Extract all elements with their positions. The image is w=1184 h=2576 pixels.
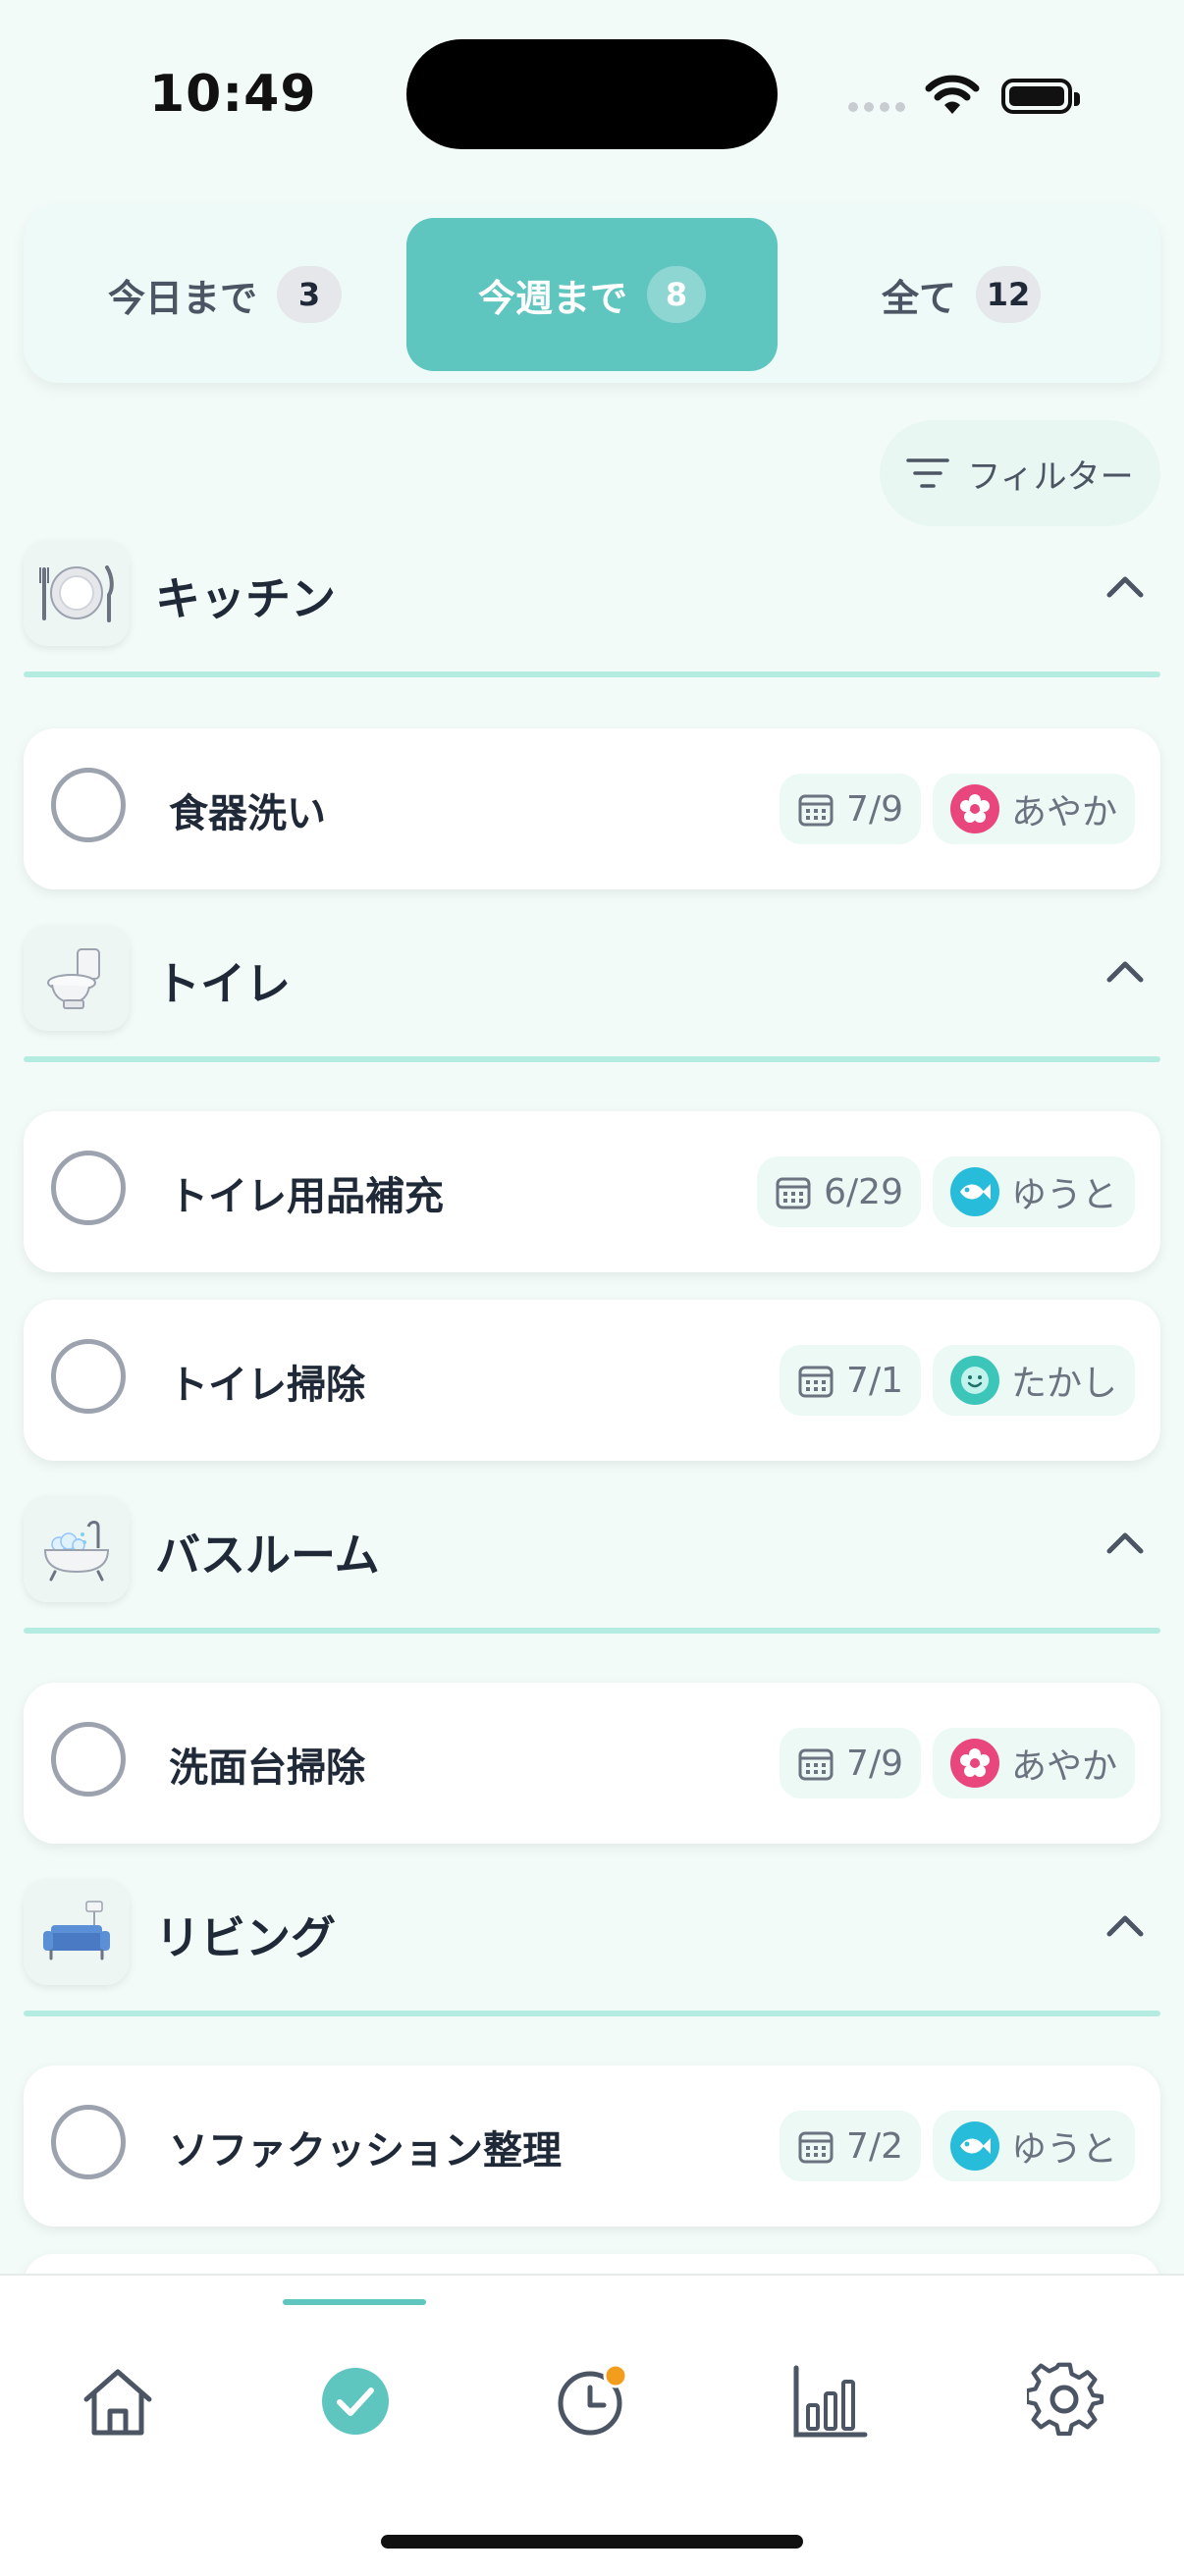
status-time: 10:49: [149, 65, 317, 124]
tab-count-badge: 3: [277, 266, 342, 323]
clock-icon: [558, 2363, 628, 2436]
task-checkbox[interactable]: [51, 2105, 126, 2179]
dynamic-island: [406, 39, 778, 149]
category-title: トイレ: [155, 957, 291, 1010]
task-title: 食器洗い: [169, 791, 326, 836]
assignee-name: ゆうと: [1010, 1175, 1117, 1215]
smile-icon: [949, 1356, 999, 1405]
category-divider: [24, 1628, 1160, 1634]
category-divider: [24, 2011, 1160, 2016]
nav-history[interactable]: [533, 2342, 651, 2460]
bathtub-icon: [24, 1496, 130, 1602]
assignee-name: あやか: [1010, 792, 1117, 832]
fish-icon: [949, 1167, 999, 1216]
assignee-chip: ゆうと: [932, 2111, 1135, 2181]
category-title: キッチン: [155, 572, 336, 625]
task-title: トイレ掃除: [169, 1363, 365, 1408]
due-date-chip: 7/1: [780, 1345, 921, 1416]
calendar-icon: [798, 1366, 834, 1398]
calendar-icon: [798, 2131, 834, 2164]
wifi-icon: [925, 75, 980, 114]
task-card[interactable]: 食器洗い 7/9 あやか: [24, 728, 1160, 889]
tab-all[interactable]: 全て 12: [776, 218, 1147, 371]
active-tab-indicator: [283, 2299, 426, 2305]
battery-icon: [1001, 79, 1080, 114]
task-checkbox[interactable]: [51, 768, 126, 842]
nav-tasks[interactable]: [296, 2342, 414, 2460]
due-range-tabs: 今日まで 3 今週まで 8 全て 12: [24, 204, 1160, 383]
assignee-chip: たかし: [932, 1345, 1135, 1416]
cellular-signal-icon: [848, 102, 905, 112]
task-checkbox[interactable]: [51, 1151, 126, 1225]
task-card[interactable]: トイレ掃除 7/1 たかし: [24, 1300, 1160, 1461]
task-title: 洗面台掃除: [169, 1745, 365, 1791]
task-card[interactable]: 洗面台掃除 7/9 あやか: [24, 1683, 1160, 1844]
assignee-name: ゆうと: [1010, 2129, 1117, 2170]
chevron-up-icon[interactable]: [1103, 565, 1147, 609]
category-kitchen: キッチン: [24, 540, 1160, 677]
due-date-chip: 6/29: [757, 1156, 921, 1227]
due-date: 7/9: [846, 788, 903, 830]
category-title: リビング: [155, 1911, 336, 1964]
calendar-icon: [798, 1748, 834, 1781]
task-title: ソファクッション整理: [169, 2128, 562, 2174]
flower-icon: [949, 784, 999, 833]
couch-icon: [24, 1879, 130, 1985]
check-icon: [322, 2368, 389, 2435]
due-date-chip: 7/9: [780, 1728, 921, 1798]
tab-label: 全て: [881, 276, 956, 320]
toilet-icon: [24, 925, 130, 1031]
tab-count-badge: 8: [647, 266, 706, 323]
category-divider: [24, 671, 1160, 677]
task-checkbox[interactable]: [51, 1339, 126, 1414]
due-date-chip: 7/9: [780, 774, 921, 844]
task-checkbox[interactable]: [51, 1722, 126, 1797]
tab-label: 今週まで: [477, 276, 627, 320]
due-date: 6/29: [824, 1171, 903, 1212]
filter-icon: [906, 458, 950, 488]
assignee-chip: ゆうと: [932, 1156, 1135, 1227]
tab-today[interactable]: 今日まで 3: [39, 218, 410, 371]
tab-this-week[interactable]: 今週まで 8: [406, 218, 778, 371]
due-date: 7/1: [846, 1360, 903, 1401]
category-title: バスルーム: [155, 1529, 380, 1582]
home-indicator: [381, 2535, 803, 2549]
category-divider: [24, 1056, 1160, 1062]
nav-stats[interactable]: [771, 2342, 888, 2460]
task-card[interactable]: トイレ用品補充 6/29 ゆうと: [24, 1111, 1160, 1272]
bar-chart-icon: [793, 2365, 868, 2438]
assignee-chip: あやか: [932, 1728, 1135, 1798]
calendar-icon: [798, 794, 834, 827]
tab-label: 今日まで: [107, 276, 257, 320]
filter-label: フィルター: [967, 456, 1134, 497]
bottom-nav: [0, 2274, 1184, 2576]
flower-icon: [949, 1739, 999, 1788]
assignee-name: たかし: [1010, 1364, 1117, 1404]
chevron-up-icon[interactable]: [1103, 1522, 1147, 1565]
category-toilet: トイレ: [24, 925, 1160, 1062]
task-title: トイレ用品補充: [169, 1174, 444, 1219]
fish-icon: [949, 2121, 999, 2171]
nav-settings[interactable]: [1007, 2342, 1125, 2460]
plate-icon: [24, 540, 130, 646]
due-date-chip: 7/2: [780, 2111, 921, 2181]
chevron-up-icon[interactable]: [1103, 1905, 1147, 1948]
chevron-up-icon[interactable]: [1103, 950, 1147, 993]
home-icon: [83, 2369, 152, 2436]
due-date: 7/2: [846, 2125, 903, 2167]
nav-home[interactable]: [59, 2342, 177, 2460]
calendar-icon: [776, 1177, 811, 1209]
due-date: 7/9: [846, 1743, 903, 1784]
tab-count-badge: 12: [976, 266, 1041, 323]
assignee-chip: あやか: [932, 774, 1135, 844]
gear-icon: [1027, 2362, 1104, 2437]
category-bathroom: バスルーム: [24, 1496, 1160, 1634]
category-living: リビング: [24, 1879, 1160, 2016]
assignee-name: あやか: [1010, 1746, 1117, 1787]
filter-button[interactable]: フィルター: [880, 420, 1160, 526]
task-card[interactable]: ソファクッション整理 7/2 ゆうと: [24, 2066, 1160, 2227]
